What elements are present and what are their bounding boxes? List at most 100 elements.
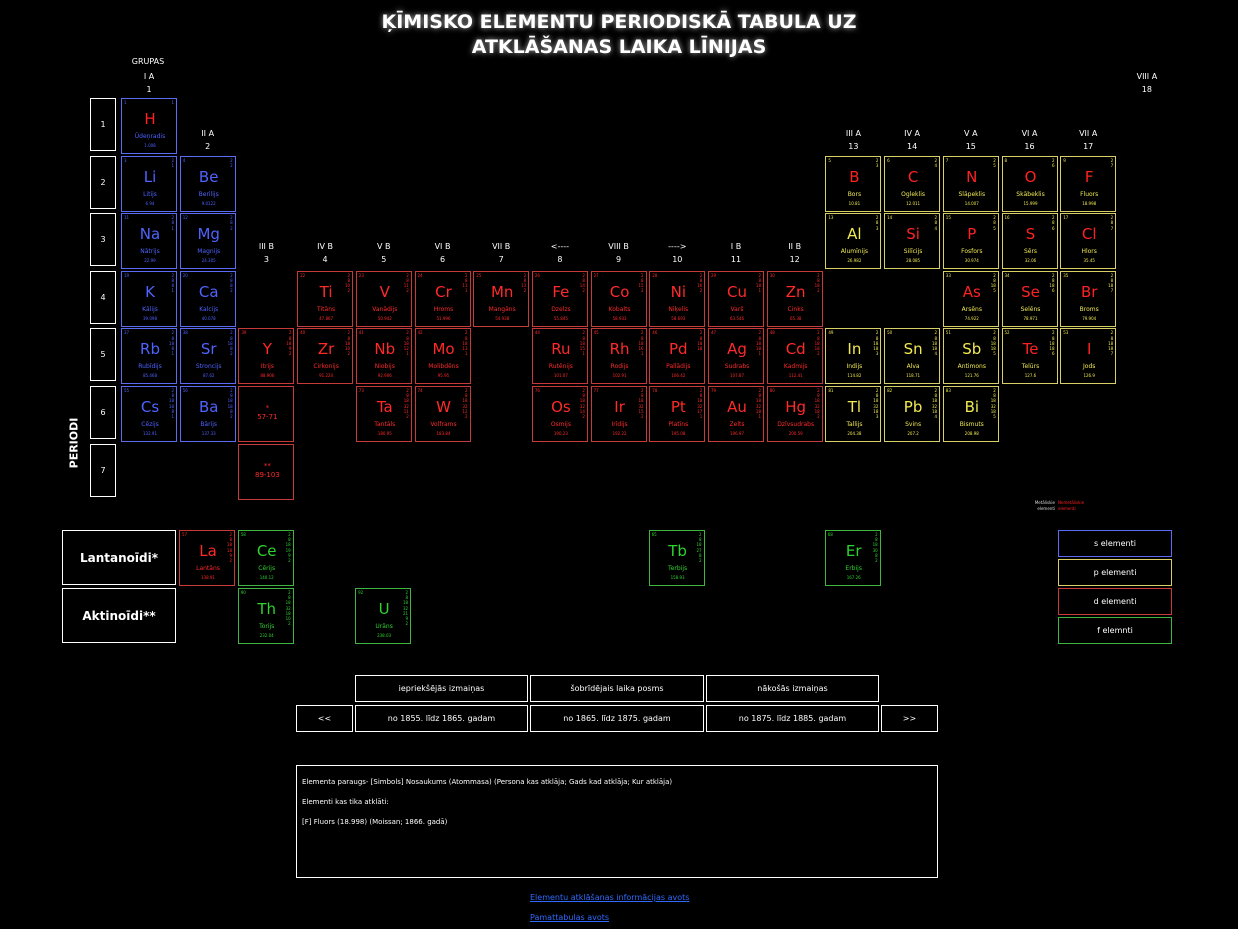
atomic-number: 24: [417, 272, 423, 278]
discovery-source-link[interactable]: Elementu atklāšanas informācijas avots: [530, 893, 689, 902]
element-C[interactable]: 6 2 4 C Ogleklis 12.011: [884, 155, 941, 212]
element-Rb[interactable]: 37 2 8 18 8 1 Rb Rubīdijs 85.468: [121, 328, 177, 385]
current-period-button[interactable]: no 1865. līdz 1875. gadam: [530, 705, 704, 732]
element-Os[interactable]: 76 2 8 18 32 14 2 Os Osmijs 190.23: [531, 386, 588, 442]
element-Ti[interactable]: 22 2 8 10 2 Ti Titāns 47.867: [297, 270, 354, 327]
element-I[interactable]: 53 2 8 18 18 7 I Jods 126.9: [1060, 328, 1117, 385]
element-Bi[interactable]: 83 2 8 18 32 18 5 Bi Bismuts 208.98: [942, 386, 999, 442]
element-Na[interactable]: 11 2 8 1 Na Nātrijs 22.99: [121, 213, 177, 270]
element-Rh[interactable]: 45 2 8 18 16 1 Rh Rodijs 102.91: [590, 328, 647, 385]
previous-period-button[interactable]: no 1855. līdz 1865. gadam: [355, 705, 528, 732]
element-Sr[interactable]: 38 2 8 18 8 2 Sr Stroncijs 87.62: [179, 328, 236, 385]
element-Br[interactable]: 35 2 8 18 7 Br Broms 79.904: [1060, 270, 1117, 327]
element-Y[interactable]: 39 2 8 18 9 2 Y Itrijs 88.906: [238, 328, 295, 385]
placeholder-57-71[interactable]: * 57-71: [238, 386, 295, 442]
atomic-number: 9: [1063, 157, 1066, 163]
element-symbol: Na: [139, 225, 161, 244]
atomic-number: 4: [182, 157, 186, 163]
element-Ce[interactable]: 58 2 8 18 19 9 2 Ce Cērijs 140.12: [237, 530, 294, 586]
element-Ag[interactable]: 47 2 8 18 18 1 Ag Sudrabs 107.87: [708, 328, 764, 385]
element-K[interactable]: 19 2 8 8 1 K Kālijs 39.098: [121, 270, 177, 327]
element-P[interactable]: 15 2 8 5 P Fosfors 30.974: [942, 213, 999, 270]
atomic-mass: 208.98: [964, 431, 979, 436]
element-Cr[interactable]: 24 2 8 13 1 Cr Hroms 51.996: [414, 270, 471, 327]
element-H[interactable]: 1 1 H Ūdeņradis 1.008: [121, 98, 177, 154]
group-number: 9: [616, 255, 622, 264]
element-O[interactable]: 8 2 6 O Skābeklis 15.999: [1001, 155, 1058, 212]
element-W[interactable]: 74 2 8 18 32 12 2 W Volframs 183.84: [414, 386, 471, 442]
element-symbol: Si: [906, 225, 920, 244]
element-As[interactable]: 33 2 8 18 5 As Arsēns 74.922: [942, 270, 999, 327]
element-F[interactable]: 9 2 7 F Fluors 18.998: [1060, 155, 1117, 212]
element-Hg[interactable]: 80 2 8 18 32 18 2 Hg Dzīvsudrabs 200.59: [766, 386, 823, 442]
element-Pd[interactable]: 46 2 8 18 18 Pd Pallādijs 106.42: [649, 328, 706, 385]
element-Co[interactable]: 27 2 8 15 2 Co Kobalts 58.933: [590, 270, 647, 327]
group-number: 8: [557, 255, 563, 264]
element-Sb[interactable]: 51 2 8 18 18 5 Sb Antimons 121.76: [942, 328, 999, 385]
element-Mo[interactable]: 42 2 8 18 13 1 Mo Molibdēns 95.95: [414, 328, 471, 385]
atomic-mass: 95.95: [437, 373, 450, 379]
element-Mn[interactable]: 25 2 8 13 2 Mn Mangāns 54.938: [473, 270, 530, 327]
element-Nb[interactable]: 41 2 8 18 12 1 Nb Niobijs 92.906: [355, 328, 412, 385]
element-symbol: Th: [257, 600, 277, 618]
element-name: Dzīvsudrabs: [777, 421, 815, 428]
group-header-1: I A 1: [121, 70, 177, 96]
discovered-list: [F] Fluors (18.998) (Moissan; 1866. gadā…: [302, 812, 932, 832]
element-Ir[interactable]: 77 2 8 18 32 15 2 Ir Irīdijs 192.22: [590, 386, 647, 442]
forward-button[interactable]: >>: [881, 705, 938, 732]
element-Pt[interactable]: 78 2 8 18 32 17 1 Pt Platīns 195.08: [649, 386, 706, 442]
element-Tl[interactable]: 81 2 8 18 32 18 3 Tl Tallijs 204.38: [825, 386, 882, 442]
group-header-11: I B 11: [708, 240, 764, 266]
element-S[interactable]: 16 2 8 6 S Sērs 32.06: [1001, 213, 1058, 270]
atomic-number: 11: [124, 215, 130, 221]
element-Ni[interactable]: 28 2 8 16 2 Ni Niķelis 58.693: [649, 270, 706, 327]
element-Mg[interactable]: 12 2 8 2 Mg Magnijs 24.305: [179, 213, 236, 270]
element-Ru[interactable]: 44 2 8 18 15 1 Ru Rutēnijs 101.07: [531, 328, 588, 385]
atomic-number: 40: [300, 330, 306, 336]
electron-shells: 2 2: [230, 157, 233, 168]
atomic-number: 73: [358, 388, 364, 393]
element-N[interactable]: 7 2 5 N Slāpeklis 14.007: [942, 155, 999, 212]
element-name: Kadmijs: [783, 363, 808, 371]
element-Ca[interactable]: 20 2 8 8 2 Ca Kalcijs 40.078: [179, 270, 236, 327]
element-Se[interactable]: 34 2 8 18 6 Se Selēns 78.971: [1001, 270, 1058, 327]
element-V[interactable]: 23 2 8 11 2 V Vanādijs 50.942: [355, 270, 412, 327]
atomic-number: 49: [828, 330, 834, 336]
element-Zr[interactable]: 40 2 8 18 10 2 Zr Cirkonijs 91.224: [297, 328, 354, 385]
element-Ta[interactable]: 73 2 8 18 32 11 2 Ta Tantāls 180.95: [355, 386, 412, 442]
element-Li[interactable]: 3 2 1 Li Litijs 6.94: [121, 155, 177, 212]
element-Pb[interactable]: 82 2 8 18 32 18 4 Pb Svins 207.2: [884, 386, 941, 442]
element-Zn[interactable]: 30 2 8 18 2 Zn Cinks 65.38: [766, 270, 823, 327]
placeholder-89-103[interactable]: ** 89-103: [238, 443, 295, 500]
element-Er[interactable]: 68 2 8 18 30 8 2 Er Erbijs 167.26: [824, 530, 881, 586]
atomic-number: 90: [240, 590, 246, 595]
element-Cu[interactable]: 29 2 8 18 1 Cu Varš 63.546: [708, 270, 764, 327]
element-In[interactable]: 49 2 8 18 18 3 In Indijs 114.82: [825, 328, 882, 385]
element-symbol: Al: [847, 225, 862, 244]
element-Be[interactable]: 4 2 2 Be Berilijs 9.0122: [179, 155, 236, 212]
element-name: Torijs: [259, 623, 275, 630]
element-Te[interactable]: 52 2 8 18 18 6 Te Telūrs 127.6: [1001, 328, 1058, 385]
element-Al[interactable]: 13 2 8 3 Al Alumīnijs 26.982: [825, 213, 882, 270]
element-Sn[interactable]: 50 2 8 18 18 4 Sn Alva 118.71: [884, 328, 941, 385]
element-symbol: Sn: [903, 340, 923, 359]
element-Si[interactable]: 14 2 8 4 Si Silīcijs 28.085: [884, 213, 941, 270]
element-B[interactable]: 5 2 3 B Bors 10.81: [825, 155, 882, 212]
element-Cs[interactable]: 55 2 8 18 18 8 1 Cs Cēzijs 132.91: [121, 386, 177, 442]
back-button[interactable]: <<: [296, 705, 353, 732]
element-name: Platīns: [668, 421, 689, 428]
atomic-mass: 238.03: [377, 633, 392, 638]
base-table-source-link[interactable]: Pamattabulas avots: [530, 913, 609, 922]
element-Ba[interactable]: 56 2 8 18 18 8 2 Ba Bārijs 137.33: [179, 386, 236, 442]
element-Au[interactable]: 79 2 8 18 32 18 1 Au Zelts 196.97: [708, 386, 764, 442]
element-Tb[interactable]: 65 2 8 18 27 8 2 Tb Terbijs 158.93: [648, 530, 705, 586]
element-U[interactable]: 92 2 8 18 32 21 9 2 U Urāns 238.03: [355, 588, 412, 644]
next-period-button[interactable]: no 1875. līdz 1885. gadam: [706, 705, 879, 732]
element-Cl[interactable]: 17 2 8 7 Cl Hlors 35.45: [1060, 213, 1117, 270]
element-La[interactable]: 57 2 8 18 18 9 2 La Lantāns 138.91: [179, 530, 235, 586]
element-Fe[interactable]: 26 2 8 14 2 Fe Dzelzs 55.845: [531, 270, 588, 327]
element-symbol: Rh: [609, 340, 630, 359]
atomic-mass: 183.84: [436, 431, 451, 436]
element-Cd[interactable]: 48 2 8 18 18 2 Cd Kadmijs 112.41: [766, 328, 823, 385]
element-Th[interactable]: 90 2 8 18 32 18 10 2 Th Torijs 232.04: [237, 588, 294, 644]
